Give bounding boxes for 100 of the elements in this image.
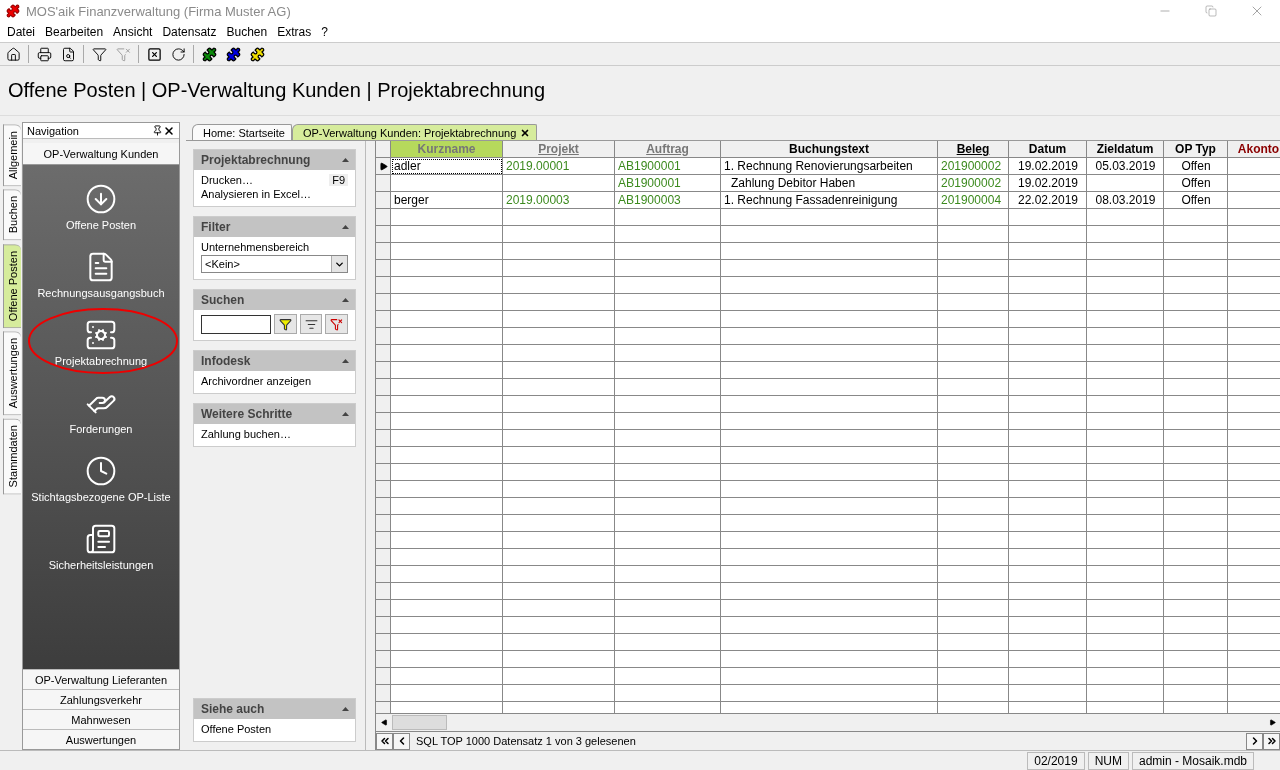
filter-clear-button[interactable] <box>325 314 348 334</box>
table-cell <box>938 532 1009 549</box>
filter-clear-icon <box>330 317 344 331</box>
next-record-button[interactable] <box>1246 732 1263 750</box>
section-header[interactable]: Weitere Schritte <box>194 404 355 424</box>
nav-icon <box>85 319 117 351</box>
side-tab[interactable]: Allgemein <box>3 124 21 187</box>
section-header[interactable]: Projektabrechnung <box>194 150 355 170</box>
section-header[interactable]: Suchen <box>194 290 355 310</box>
column-header[interactable]: Zieldatum <box>1087 141 1164 158</box>
current-row-icon <box>378 161 388 171</box>
task-link[interactable]: Zahlung buchen… <box>201 428 348 440</box>
section-header[interactable]: Infodesk <box>194 351 355 371</box>
column-header[interactable]: Datum <box>1009 141 1087 158</box>
menu-item[interactable]: Bearbeiten <box>40 25 109 39</box>
panel-title: Navigation <box>27 124 80 137</box>
section-header[interactable]: Filter <box>194 217 355 237</box>
close-icon[interactable] <box>163 124 175 137</box>
table-cell <box>938 566 1009 583</box>
excel-button[interactable] <box>145 45 163 63</box>
pin-icon[interactable] <box>152 125 163 136</box>
nav-icon <box>85 455 117 487</box>
task-link[interactable]: Drucken… F9 <box>201 174 348 186</box>
filter-off-button[interactable] <box>114 45 132 63</box>
puzzle-button[interactable] <box>248 45 266 63</box>
menu-item[interactable]: ? <box>316 25 333 39</box>
table-cell <box>938 447 1009 464</box>
scrollbar-thumb[interactable] <box>392 715 447 730</box>
table-cell <box>938 498 1009 515</box>
collapse-icon <box>342 298 349 302</box>
menu-item[interactable]: Extras <box>272 25 317 39</box>
record-info: SQL TOP 1000 Datensatz 1 von 3 gelesenen <box>415 735 637 747</box>
menu-item[interactable]: Ansicht <box>108 25 158 39</box>
puzzle-button[interactable] <box>224 45 242 63</box>
last-record-button[interactable] <box>1263 732 1280 750</box>
section-header[interactable]: Siehe auch <box>194 699 355 719</box>
table-cell <box>938 634 1009 651</box>
side-tab[interactable]: Offene Posten <box>3 243 21 328</box>
column-header[interactable]: Auftrag <box>615 141 721 158</box>
table-cell <box>938 226 1009 243</box>
last-icon <box>1265 735 1278 747</box>
nav-item[interactable]: Projektabrechnung <box>23 309 179 377</box>
nav-item[interactable]: Offene Posten <box>23 173 179 241</box>
restore-icon <box>1205 5 1217 17</box>
shortcut-key: F9 <box>329 174 348 186</box>
table-cell <box>938 413 1009 430</box>
nav-group-header[interactable]: Auswertungen <box>23 729 179 749</box>
column-header[interactable]: Beleg <box>938 141 1009 158</box>
previous-record-button[interactable] <box>393 732 410 750</box>
home-button[interactable] <box>4 45 22 63</box>
dropdown[interactable]: <Kein> <box>201 255 348 273</box>
row-header[interactable] <box>376 158 391 175</box>
side-tab[interactable]: Stammdaten <box>3 418 21 495</box>
nav-group-header[interactable]: Zahlungsverkehr <box>23 689 179 709</box>
table-cell <box>938 651 1009 668</box>
table-cell <box>938 260 1009 277</box>
task-link[interactable]: Archivordner anzeigen <box>201 375 348 387</box>
task-link[interactable]: Offene Posten <box>201 723 348 735</box>
close-icon[interactable] <box>520 127 531 138</box>
status-field: 02/2019 <box>1027 751 1085 770</box>
document-tab[interactable]: OP-Verwaltung Kunden: Projektabrechnung <box>291 124 538 140</box>
page-heading: Offene Posten | OP-Verwaltung Kunden | Projektabrechnung <box>0 66 1280 116</box>
task-link[interactable]: Analysieren in Excel… <box>201 188 348 200</box>
nav-item[interactable]: Sicherheitsleistungen <box>23 513 179 581</box>
nav-item[interactable]: Forderungen <box>23 377 179 445</box>
table-cell <box>938 430 1009 447</box>
column-header[interactable]: Akonto <box>1228 141 1280 158</box>
column-header[interactable]: Projekt <box>503 141 615 158</box>
search-field[interactable] <box>201 314 271 334</box>
filter-list-button[interactable] <box>299 314 323 334</box>
document-tab[interactable]: Home: Startseite <box>192 124 292 140</box>
table-cell <box>938 668 1009 685</box>
nav-group-header[interactable]: Mahnwesen <box>23 709 179 729</box>
nav-item[interactable]: Stichtagsbezogene OP-Liste <box>23 445 179 513</box>
side-tab[interactable]: Buchen <box>3 189 21 241</box>
print-button[interactable] <box>35 45 53 63</box>
table-cell <box>938 362 1009 379</box>
menu-item[interactable]: Buchen <box>221 25 273 39</box>
table-cell <box>938 243 1009 260</box>
filter-icon <box>278 317 292 331</box>
collapse-icon <box>342 707 349 711</box>
column-header[interactable]: OP Typ <box>1164 141 1228 158</box>
table-cell: Zahlung Debitor Haben <box>721 175 938 192</box>
filter-apply-button[interactable] <box>274 314 297 334</box>
table-cell <box>938 311 1009 328</box>
refresh-button[interactable] <box>169 45 187 63</box>
puzzle-button[interactable] <box>200 45 218 63</box>
menu-item[interactable]: Datensatz <box>157 25 222 39</box>
first-record-button[interactable] <box>376 732 393 750</box>
side-tab[interactable]: Auswertungen <box>3 330 21 416</box>
table-cell <box>938 277 1009 294</box>
column-header[interactable]: Buchungstext <box>721 141 938 158</box>
menu-item[interactable]: Datei <box>2 25 40 39</box>
table-cell: adler <box>391 158 503 175</box>
nav-item[interactable]: Rechnungsausgangsbuch <box>23 241 179 309</box>
nav-group-header[interactable]: OP-Verwaltung Lieferanten <box>23 669 179 689</box>
table-cell <box>938 583 1009 600</box>
table-cell <box>938 328 1009 345</box>
nav-group-header[interactable]: OP-Verwaltung Kunden <box>23 143 179 165</box>
filter-button[interactable] <box>90 45 108 63</box>
